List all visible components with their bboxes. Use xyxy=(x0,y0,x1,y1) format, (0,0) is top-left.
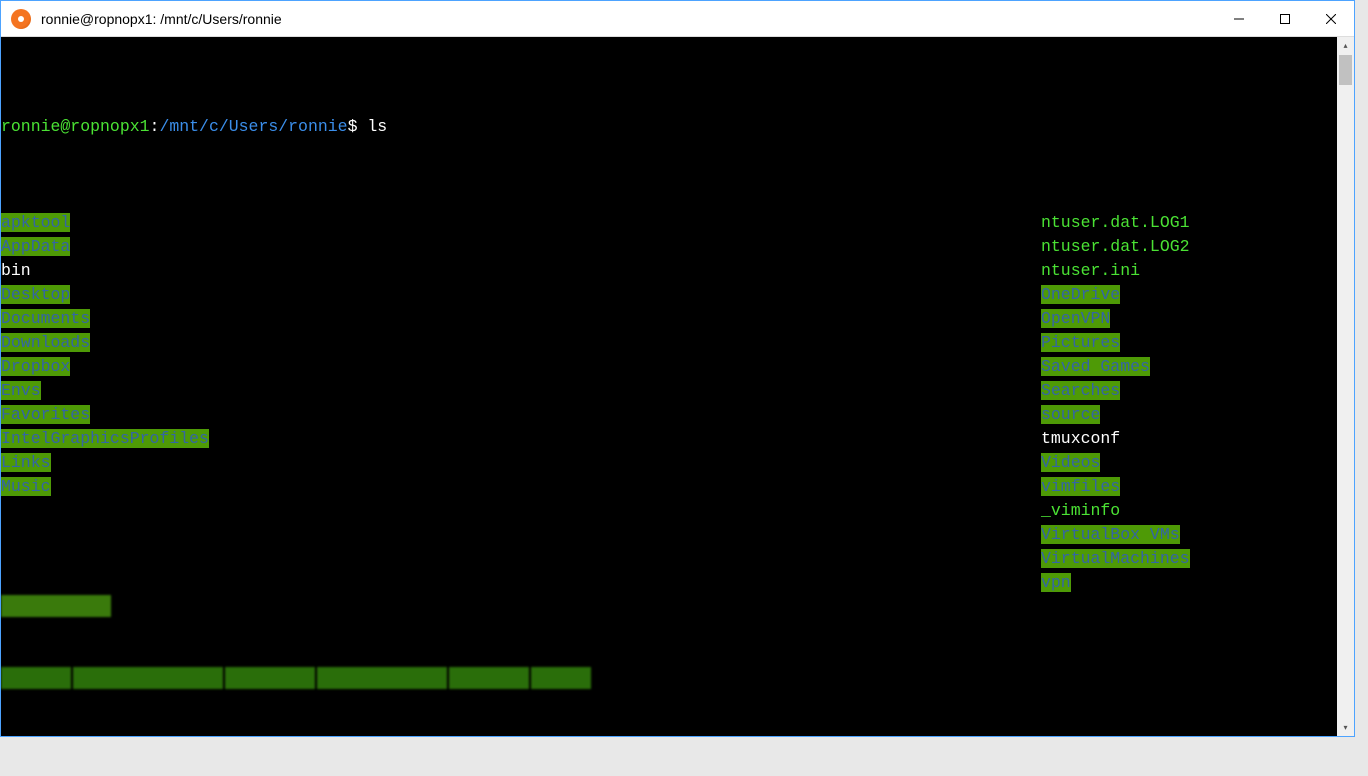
file-entry: _viminfo xyxy=(1041,501,1120,520)
file-entry: ntuser.ini xyxy=(1041,261,1140,280)
close-button[interactable] xyxy=(1308,1,1354,36)
prompt-line: ronnie@ropnopx1:/mnt/c/Users/ronnie$ ls xyxy=(1,115,1354,139)
file-entry: vpn xyxy=(1041,573,1071,592)
file-entry: Videos xyxy=(1041,453,1100,472)
command-text: ls xyxy=(367,117,387,136)
file-entry: Documents xyxy=(1,309,90,328)
file-entry: IntelGraphicsProfiles xyxy=(1,429,209,448)
terminal-window: ronnie@ropnopx1: /mnt/c/Users/ronnie ron… xyxy=(0,0,1355,737)
file-entry: Downloads xyxy=(1,333,90,352)
file-entry: ntuser.dat.LOG2 xyxy=(1041,237,1190,256)
file-entry: apktool xyxy=(1,213,70,232)
file-entry: Music xyxy=(1,477,51,496)
file-entry: OpenVPN xyxy=(1041,309,1110,328)
ubuntu-icon xyxy=(11,9,31,29)
file-entry: VirtualBox VMs xyxy=(1041,525,1180,544)
file-entry: Favorites xyxy=(1,405,90,424)
file-entry: VirtualMachines xyxy=(1041,549,1190,568)
file-entry: Searches xyxy=(1041,381,1120,400)
file-entry: Envs xyxy=(1,381,41,400)
file-entry: vimfiles xyxy=(1041,477,1120,496)
file-entry: Links xyxy=(1,453,51,472)
file-entry: AppData xyxy=(1,237,70,256)
file-entry: OneDrive xyxy=(1041,285,1120,304)
redacted-row xyxy=(1,595,1041,619)
file-entry: source xyxy=(1041,405,1100,424)
file-entry: Pictures xyxy=(1041,333,1120,352)
redacted-row xyxy=(1,667,1354,691)
minimize-button[interactable] xyxy=(1216,1,1262,36)
maximize-button[interactable] xyxy=(1262,1,1308,36)
window-title: ronnie@ropnopx1: /mnt/c/Users/ronnie xyxy=(41,11,1216,27)
scrollbar[interactable]: ▴ ▾ xyxy=(1337,37,1354,736)
file-entry: ntuser.dat.LOG1 xyxy=(1041,213,1190,232)
window-controls xyxy=(1216,1,1354,36)
file-entry: bin xyxy=(1,261,31,280)
scroll-thumb[interactable] xyxy=(1339,55,1352,85)
file-entry: Dropbox xyxy=(1,357,70,376)
ls-output: apktool AppData bin Desktop Documents Downloa… xyxy=(1,211,1321,595)
titlebar[interactable]: ronnie@ropnopx1: /mnt/c/Users/ronnie xyxy=(1,1,1354,37)
scroll-down-icon[interactable]: ▾ xyxy=(1337,719,1354,736)
file-entry: Saved Games xyxy=(1041,357,1150,376)
terminal-body[interactable]: ronnie@ropnopx1:/mnt/c/Users/ronnie$ ls … xyxy=(1,37,1354,736)
file-entry: Desktop xyxy=(1,285,70,304)
scroll-up-icon[interactable]: ▴ xyxy=(1337,37,1354,54)
file-entry: tmuxconf xyxy=(1041,429,1120,448)
